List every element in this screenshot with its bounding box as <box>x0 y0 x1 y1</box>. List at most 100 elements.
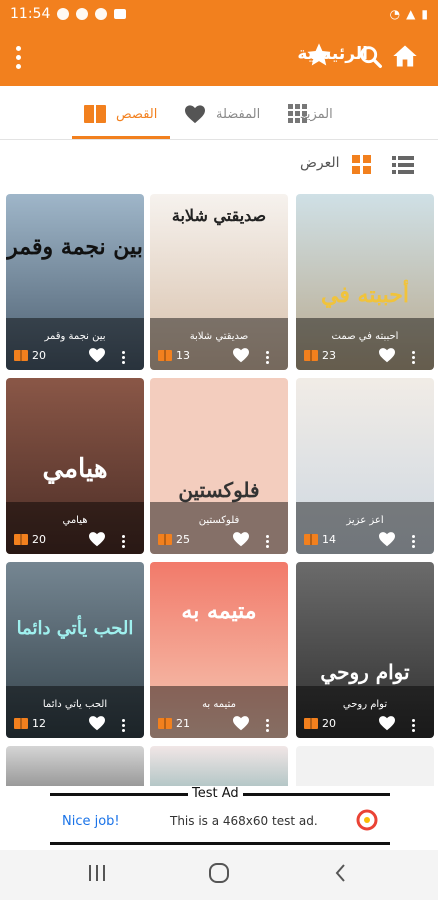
more-options-icon[interactable] <box>266 351 269 364</box>
chapter-count: 21 <box>176 717 190 730</box>
active-tab-indicator <box>72 136 170 139</box>
app-bar: الرئيسية <box>0 28 438 86</box>
story-title: متيمه به <box>202 699 236 710</box>
home-nav-icon[interactable] <box>208 862 230 884</box>
grid-view-icon[interactable] <box>352 155 372 175</box>
story-title: فلوكستين <box>198 515 240 526</box>
story-title: الحب يأتي دائما <box>42 699 108 710</box>
book-icon <box>14 350 28 361</box>
chapter-count: 25 <box>176 533 190 546</box>
book-icon <box>304 534 318 545</box>
story-card-partial[interactable] <box>6 746 144 786</box>
cover-title: الحب يأتي دائما <box>16 618 134 639</box>
story-card-partial[interactable] <box>296 746 434 786</box>
ad-description: This is a 468x60 test ad. <box>170 814 318 828</box>
more-options-icon[interactable] <box>266 535 269 548</box>
status-time: 11:54 <box>10 6 51 22</box>
cover-title: توام روحي <box>320 660 410 684</box>
more-options-icon[interactable] <box>266 719 269 732</box>
book-icon <box>84 105 106 123</box>
ad-label: Test Ad <box>188 786 243 801</box>
heart-icon[interactable] <box>378 715 396 731</box>
chapter-count: 14 <box>322 533 336 546</box>
notification-icon <box>57 8 70 20</box>
story-title: صديقتي شلابة <box>189 331 249 342</box>
tab-stories[interactable]: القصص <box>84 100 157 128</box>
story-title: توام روحي <box>342 699 388 710</box>
book-icon <box>158 534 172 545</box>
battery-icon: ▮ <box>421 7 428 21</box>
heart-icon[interactable] <box>88 531 106 547</box>
home-icon[interactable] <box>390 42 420 70</box>
story-title: هيامي <box>62 515 88 526</box>
cover-title: صديقتي شلابة <box>171 206 267 225</box>
chapter-count: 13 <box>176 349 190 362</box>
status-bar: 11:54 ◔ ▲ ▮ <box>0 0 438 28</box>
story-card[interactable]: توام روحي توام روحي 20 <box>296 562 434 738</box>
book-icon <box>14 534 28 545</box>
wifi-icon: ◔ <box>389 7 401 21</box>
story-card[interactable]: أحببته في أحببته في صمت 23 <box>296 194 434 370</box>
heart-icon[interactable] <box>232 531 250 547</box>
tab-bar: المزيد المفضلة القصص <box>0 86 438 140</box>
gallery-icon <box>114 9 127 19</box>
recent-apps-icon[interactable] <box>86 862 108 884</box>
story-card-partial[interactable] <box>150 746 288 786</box>
cover-title: فلوكستين <box>178 478 260 502</box>
cover-title: أحببته في <box>321 282 409 308</box>
more-options-icon[interactable] <box>122 719 125 732</box>
story-card[interactable]: هيامي هيامي 20 <box>6 378 144 554</box>
story-card[interactable]: فلوكستين فلوكستين 25 <box>150 378 288 554</box>
chapter-count: 20 <box>32 349 46 362</box>
more-options-icon[interactable] <box>412 351 415 364</box>
back-nav-icon[interactable] <box>330 862 352 884</box>
more-options-icon[interactable] <box>122 351 125 364</box>
tab-favorites-label: المفضلة <box>216 106 261 122</box>
ad-banner[interactable]: Test Ad Nice job! This is a 468x60 test … <box>50 786 390 845</box>
heart-icon[interactable] <box>88 347 106 363</box>
story-card[interactable]: متيمه به متيمه به 21 <box>150 562 288 738</box>
cover-title: بين نجمة وقمر <box>7 234 143 260</box>
page-title: الرئيسية <box>297 44 368 64</box>
more-options-icon[interactable] <box>412 535 415 548</box>
story-title: أعز عزيز <box>346 515 384 526</box>
overflow-menu-icon[interactable] <box>8 42 28 72</box>
system-navigation-bar <box>0 850 438 900</box>
heart-icon[interactable] <box>88 715 106 731</box>
facebook-icon <box>95 8 108 20</box>
view-label: العرض <box>300 155 340 171</box>
story-card[interactable]: صديقتي شلابة صديقتي شلابة 13 <box>150 194 288 370</box>
heart-icon <box>185 105 205 124</box>
book-icon <box>14 718 28 729</box>
heart-icon[interactable] <box>232 715 250 731</box>
story-card[interactable]: أعز عزيز 14 <box>296 378 434 554</box>
cover-title: متيمه به <box>181 598 257 624</box>
ad-headline: Nice job! <box>62 814 120 829</box>
more-options-icon[interactable] <box>412 719 415 732</box>
book-icon <box>304 718 318 729</box>
list-view-icon[interactable] <box>392 155 414 175</box>
cover-title: هيامي <box>42 454 108 484</box>
view-mode-row: العرض <box>0 140 438 190</box>
more-options-icon[interactable] <box>122 535 125 548</box>
story-card[interactable]: الحب يأتي دائما الحب يأتي دائما 12 <box>6 562 144 738</box>
story-title: أحببته في صمت <box>331 331 399 342</box>
tab-stories-label: القصص <box>116 106 158 122</box>
heart-icon[interactable] <box>378 531 396 547</box>
tab-favorites[interactable]: المفضلة <box>184 100 260 128</box>
book-icon <box>304 350 318 361</box>
story-card[interactable]: بين نجمة وقمر بين نجمة وقمر 20 <box>6 194 144 370</box>
ad-logo-icon <box>356 809 378 831</box>
chapter-count: 12 <box>32 717 46 730</box>
chapter-count: 20 <box>322 717 336 730</box>
tab-more[interactable]: المزيد <box>288 100 333 128</box>
chapter-count: 23 <box>322 349 336 362</box>
book-icon <box>158 718 172 729</box>
heart-icon[interactable] <box>378 347 396 363</box>
messenger-icon <box>76 8 89 20</box>
chapter-count: 20 <box>32 533 46 546</box>
signal-icon: ▲ <box>406 7 416 21</box>
grid-menu-icon <box>288 104 307 123</box>
heart-icon[interactable] <box>232 347 250 363</box>
story-title: بين نجمة وقمر <box>44 331 106 342</box>
